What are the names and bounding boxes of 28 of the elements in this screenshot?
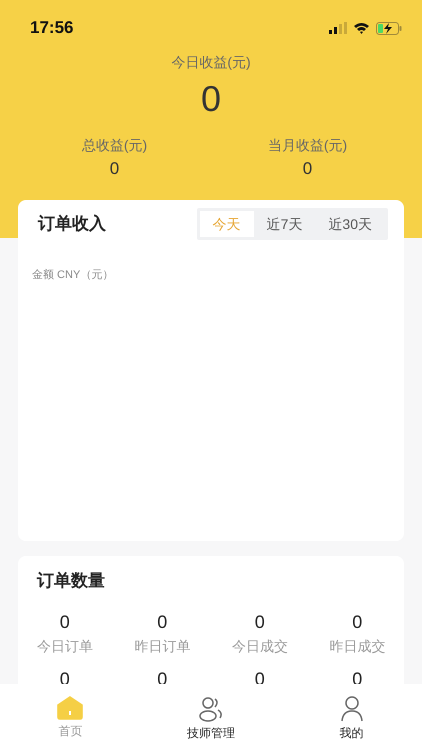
period-tab[interactable]: 近30天 (315, 211, 385, 237)
tab-label: 我的 (340, 725, 364, 742)
order-label: 今日成交 (232, 637, 288, 656)
today-income-label: 今日收益(元) (171, 53, 251, 72)
order-count: 0 (352, 611, 362, 634)
stat-label: 总收益(元) (82, 136, 148, 155)
tab-bar-item[interactable]: 技师管理 (140, 696, 282, 750)
card-title: 订单收入 (38, 213, 106, 236)
tab-label: 技师管理 (186, 725, 235, 742)
order-label: 昨日成交 (329, 637, 386, 656)
wifi-icon (353, 22, 370, 34)
axis-label: 金额 CNY（元） (32, 269, 114, 281)
stat-label: 当月收益(元) (268, 136, 348, 155)
order-count: 0 (157, 611, 168, 634)
order-label: 今日订单 (36, 637, 93, 656)
battery-charging-icon (376, 22, 402, 34)
signal-icon (329, 22, 347, 34)
status-time: 17:56 (30, 17, 74, 40)
card-title: 订单数量 (37, 571, 105, 590)
stat-value: 0 (110, 158, 120, 180)
order-count: 0 (60, 611, 70, 634)
order-label: 昨日订单 (134, 637, 190, 656)
order-count: 0 (254, 611, 265, 634)
period-tab[interactable]: 近7天 (254, 211, 316, 237)
today-income-value: 0 (200, 77, 222, 121)
tab-bar-item[interactable]: 我的 (281, 696, 422, 750)
stat-value: 0 (302, 158, 312, 180)
tab-label: 首页 (58, 723, 82, 740)
